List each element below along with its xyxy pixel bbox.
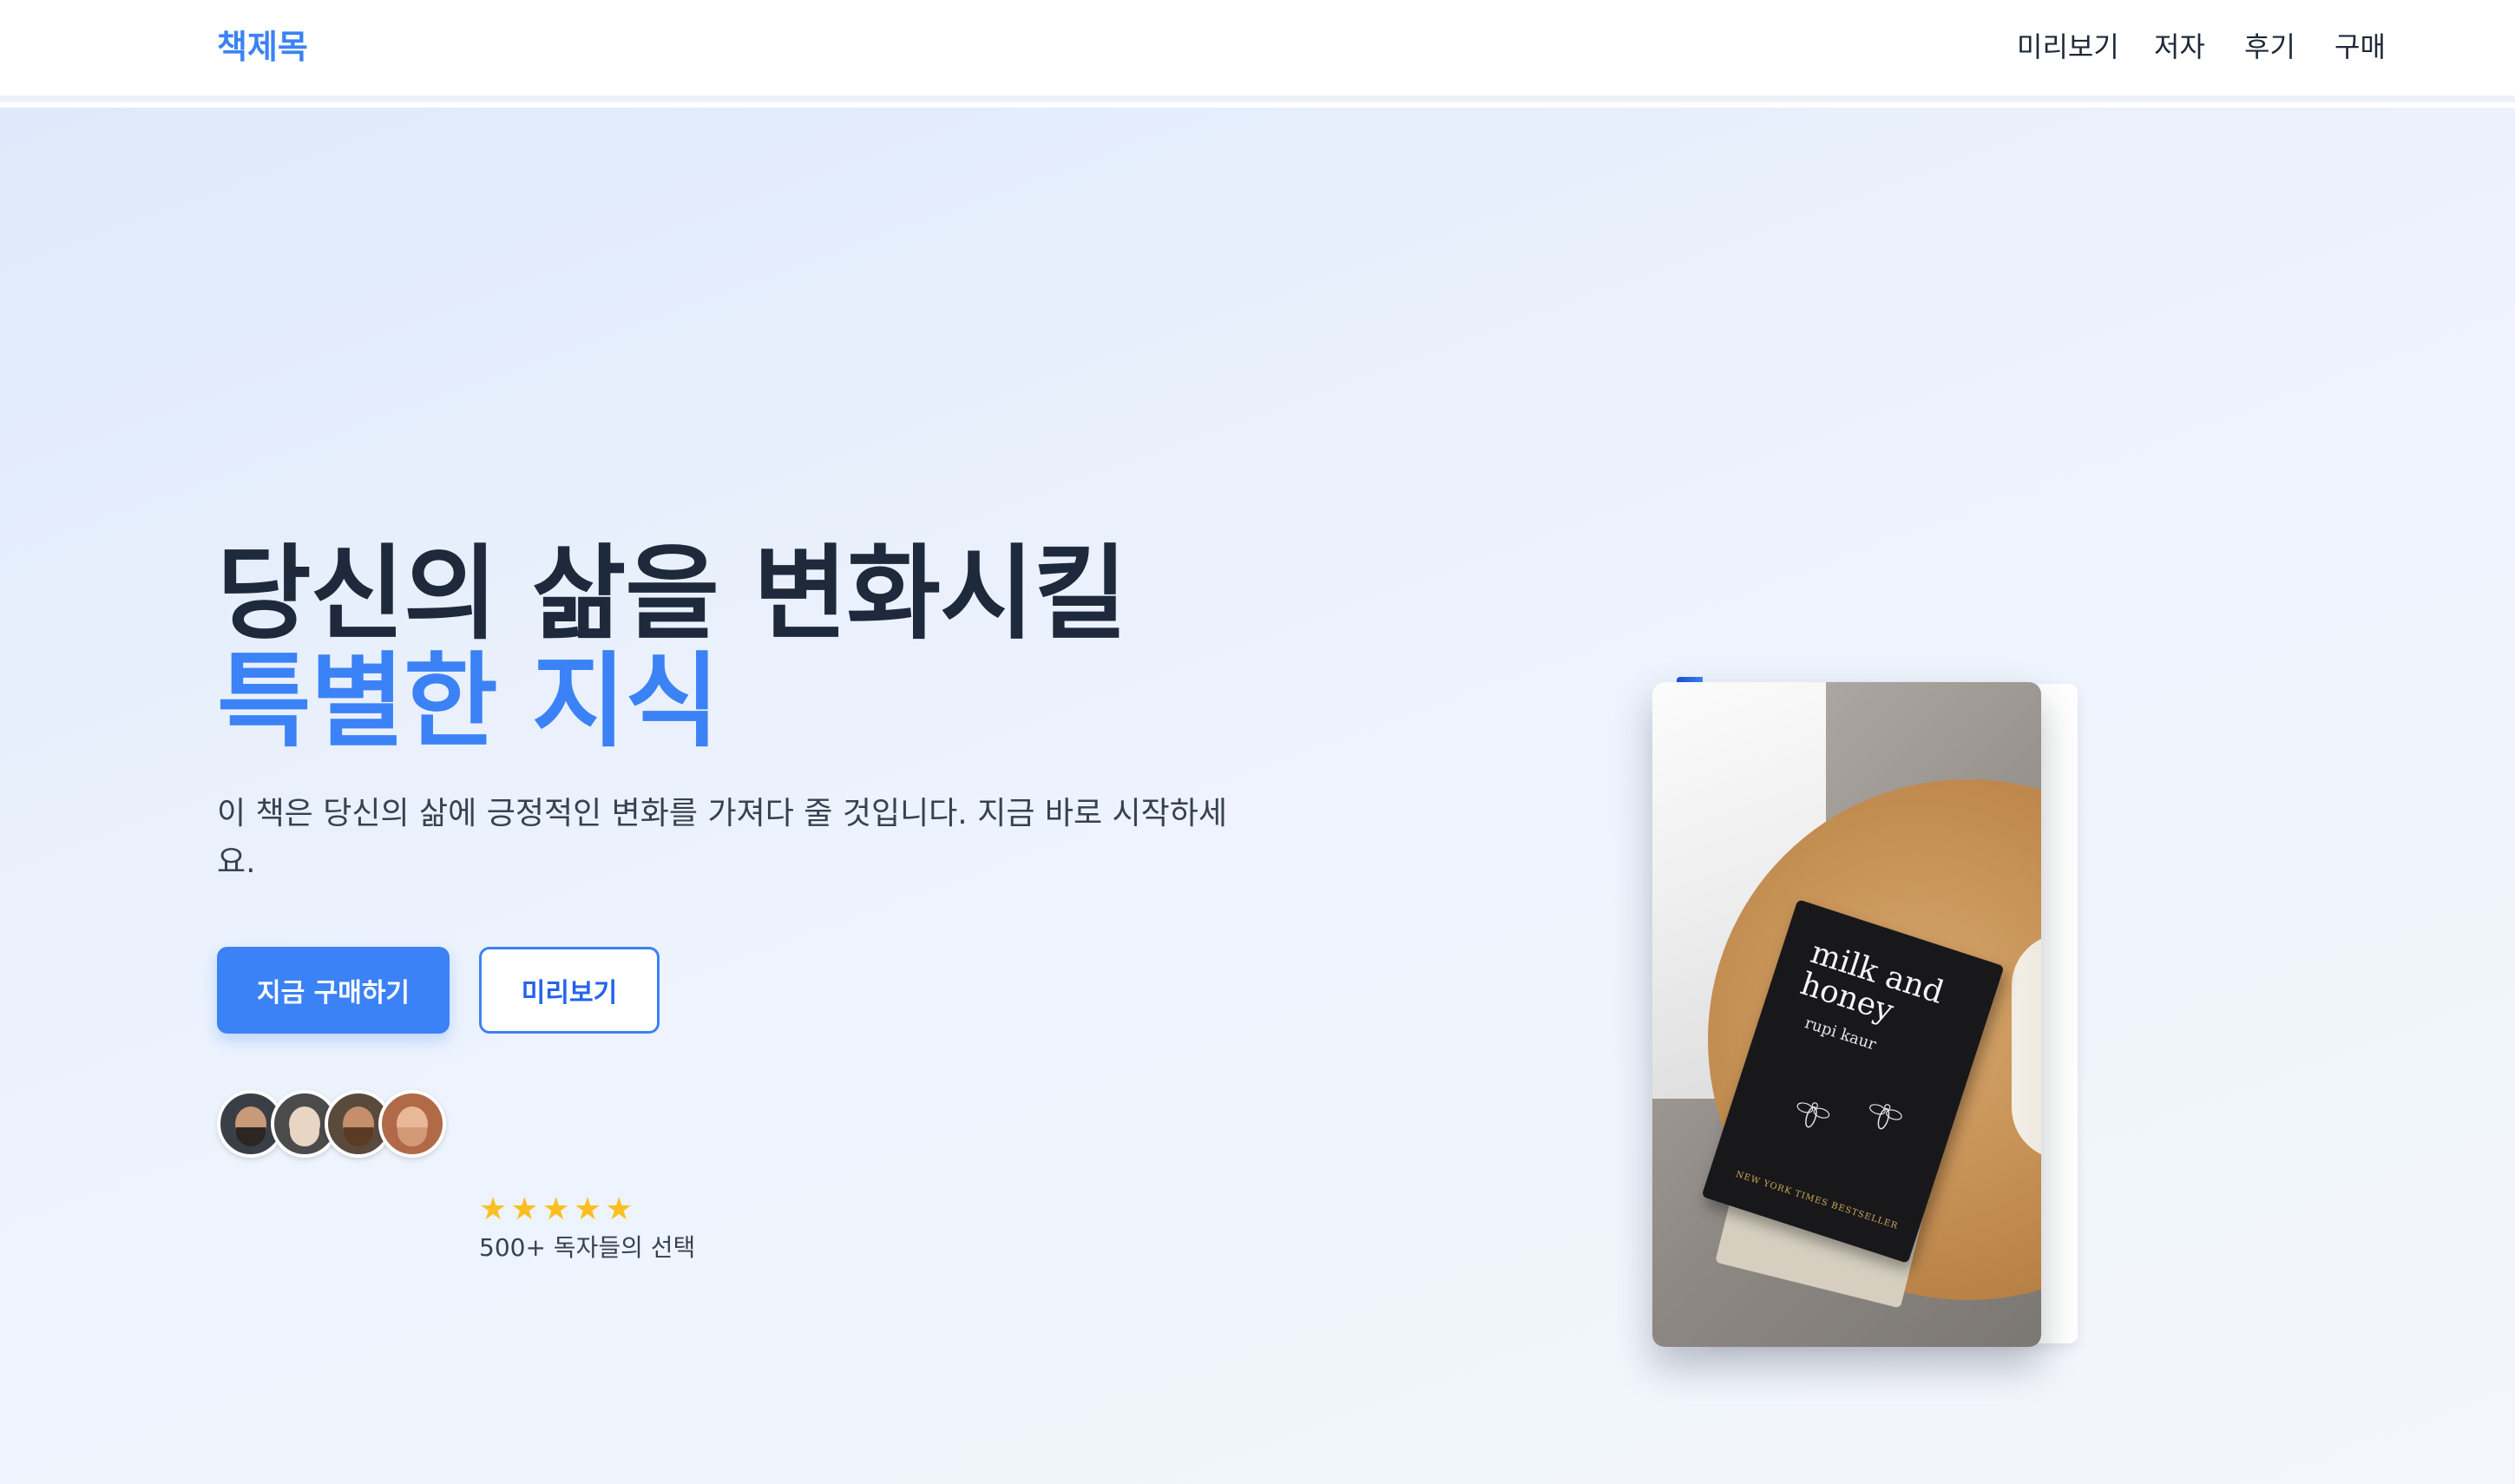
rating-stars: ★★★★★ (479, 1192, 637, 1227)
navbar: 책제목 미리보기 저자 후기 구매 (0, 0, 2515, 102)
hero-section: 당신의 삶을 변화시킬 특별한 지식 이 책은 당신의 삶에 긍정적인 변화를 … (0, 108, 2515, 1484)
readers-count: 500+ 독자들의 선택 (479, 1233, 696, 1262)
hero-description: 이 책은 당신의 삶에 긍정적인 변화를 가져다 줄 것입니다. 지금 바로 시… (217, 796, 1228, 880)
headline-line-1: 당신의 삶을 변화시킬 (217, 534, 1127, 653)
book-mockup: milk and honey rupi kaur NEW YORK TIMES … (1649, 672, 2083, 1366)
nav-link-reviews[interactable]: 후기 (2244, 28, 2295, 66)
nav-link-purchase[interactable]: 구매 (2334, 28, 2386, 66)
hero-headline: 당신의 삶을 변화시킬 특별한 지식 (217, 534, 1127, 761)
headline-line-2: 특별한 지식 (217, 641, 719, 761)
reader-avatars (217, 1090, 453, 1161)
book-cover-image: milk and honey rupi kaur NEW YORK TIMES … (1652, 682, 2041, 1347)
avatar (378, 1090, 446, 1158)
nav-link-author[interactable]: 저자 (2154, 28, 2205, 66)
preview-button[interactable]: 미리보기 (479, 947, 660, 1034)
buy-now-button[interactable]: 지금 구매하기 (217, 947, 450, 1034)
bee-icon (1796, 1102, 1830, 1128)
brand-logo[interactable]: 책제목 (217, 24, 308, 69)
nav-link-preview[interactable]: 미리보기 (2017, 28, 2119, 66)
bee-icon (1869, 1104, 1902, 1130)
